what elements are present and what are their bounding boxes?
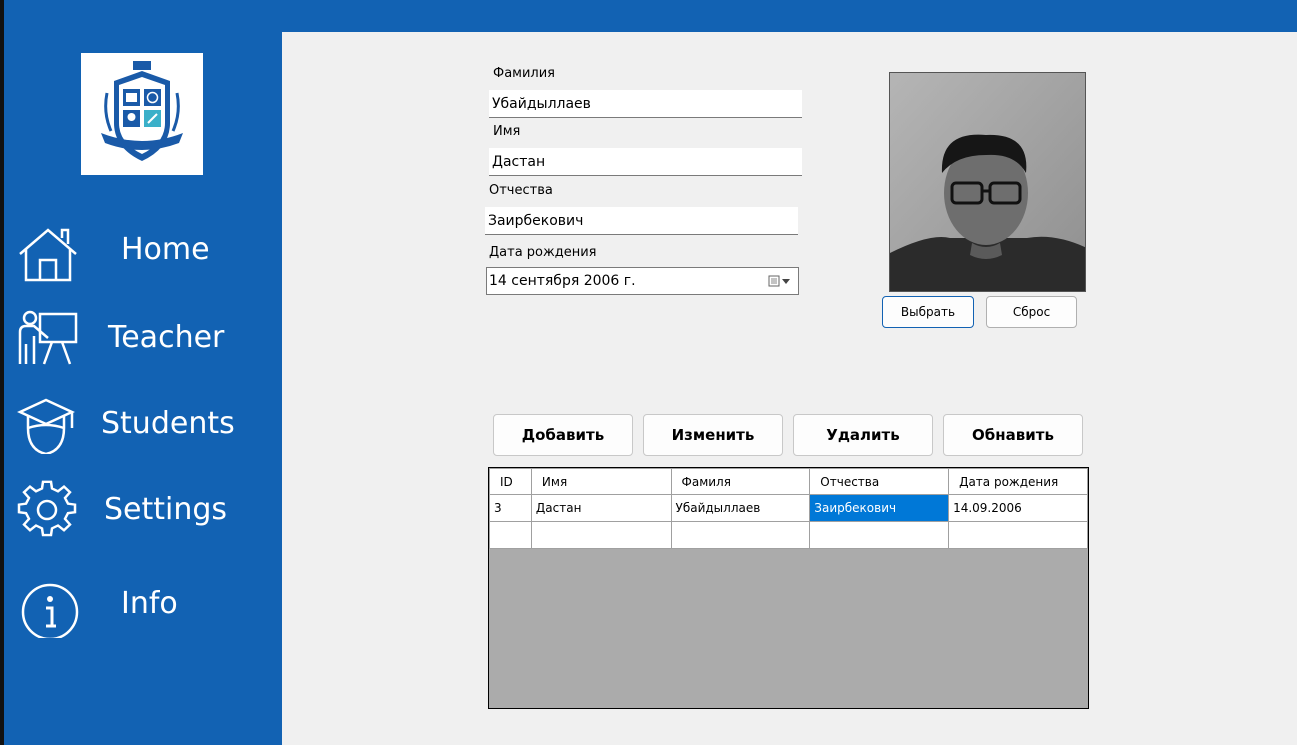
student-photo bbox=[889, 72, 1086, 292]
column-header-patronymic[interactable]: Отчества bbox=[809, 468, 950, 495]
sidebar-item-label: Info bbox=[121, 586, 178, 621]
home-icon bbox=[19, 228, 77, 282]
patronymic-field[interactable]: Заирбекович bbox=[485, 207, 798, 235]
column-header-surname[interactable]: Фамиля bbox=[670, 468, 811, 495]
choose-photo-button[interactable]: Выбрать bbox=[882, 296, 974, 328]
column-header-id[interactable]: ID bbox=[489, 468, 532, 495]
table-cell[interactable]: 14.09.2006 bbox=[948, 494, 1088, 522]
table-cell[interactable] bbox=[530, 521, 672, 549]
column-header-birthdate[interactable]: Дата рождения bbox=[948, 468, 1088, 495]
university-logo: ADELINE UNIVERSITY bbox=[81, 53, 203, 175]
shield-logo-icon bbox=[101, 61, 183, 161]
table-header-row: ID Имя Фамиля Отчества Дата рождения bbox=[489, 468, 1088, 495]
window-edge bbox=[0, 0, 4, 745]
birthdate-label: Дата рождения bbox=[489, 245, 597, 260]
add-button[interactable]: Добавить bbox=[493, 414, 633, 456]
table-cell[interactable] bbox=[670, 521, 811, 549]
students-table: ID Имя Фамиля Отчества Дата рождения 3 Д… bbox=[489, 468, 1088, 549]
teacher-icon bbox=[18, 310, 78, 365]
table-row-new[interactable] bbox=[489, 521, 1088, 549]
birthdate-picker[interactable]: 14 сентября 2006 г. bbox=[486, 267, 799, 295]
sidebar-item-settings[interactable]: Settings bbox=[0, 474, 282, 544]
students-icon bbox=[17, 398, 75, 454]
table-row[interactable]: 3 Дастан Убайдыллаев Заирбекович 14.09.2… bbox=[489, 494, 1088, 522]
table-cell[interactable]: 3 bbox=[489, 494, 532, 522]
patronymic-label: Отчества bbox=[489, 183, 553, 198]
calendar-dropdown-icon[interactable] bbox=[768, 274, 792, 288]
logo-subtitle: UNIVERSITY bbox=[125, 143, 159, 149]
refresh-button[interactable]: Обнавить bbox=[943, 414, 1083, 456]
sidebar-item-teacher[interactable]: Teacher bbox=[0, 302, 282, 372]
info-icon bbox=[21, 583, 79, 638]
student-portrait-image bbox=[890, 73, 1085, 291]
logo-name: ADELINE bbox=[122, 129, 162, 138]
surname-field[interactable]: Убайдыллаев bbox=[489, 90, 802, 118]
sidebar-item-label: Students bbox=[101, 406, 235, 441]
sidebar-item-label: Home bbox=[121, 232, 210, 267]
students-grid[interactable]: ID Имя Фамиля Отчества Дата рождения 3 Д… bbox=[488, 467, 1089, 709]
name-label: Имя bbox=[493, 124, 521, 139]
table-cell[interactable]: Убайдыллаев bbox=[670, 494, 811, 522]
sidebar-item-home[interactable]: Home bbox=[0, 218, 282, 288]
sidebar: ADELINE UNIVERSITY Home Teacher Students bbox=[0, 0, 282, 745]
edit-button[interactable]: Изменить bbox=[643, 414, 783, 456]
delete-button[interactable]: Удалить bbox=[793, 414, 933, 456]
table-cell[interactable] bbox=[948, 521, 1088, 549]
sidebar-item-label: Settings bbox=[104, 492, 228, 527]
table-cell[interactable]: Дастан bbox=[530, 494, 672, 522]
surname-label: Фамилия bbox=[493, 66, 555, 81]
birthdate-value: 14 сентября 2006 г. bbox=[489, 273, 636, 289]
sidebar-item-info[interactable]: Info bbox=[0, 572, 282, 642]
table-cell[interactable] bbox=[809, 521, 950, 549]
gear-icon bbox=[17, 480, 77, 537]
reset-photo-button[interactable]: Сброс bbox=[986, 296, 1077, 328]
table-cell-selected[interactable]: Заирбекович bbox=[809, 494, 950, 522]
sidebar-item-students[interactable]: Students bbox=[0, 388, 282, 458]
column-header-name[interactable]: Имя bbox=[530, 468, 672, 495]
table-cell[interactable] bbox=[489, 521, 532, 549]
sidebar-item-label: Teacher bbox=[108, 320, 225, 355]
name-field[interactable]: Дастан bbox=[489, 148, 802, 176]
